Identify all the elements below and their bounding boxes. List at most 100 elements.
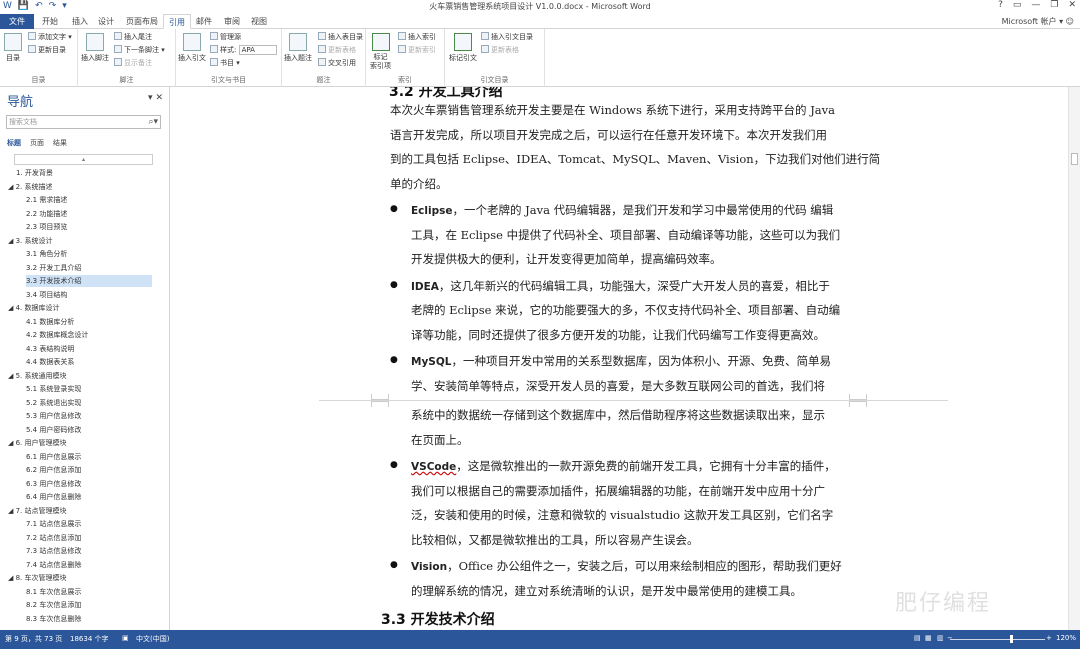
search-input[interactable]: 搜索文档 ⌕▾ <box>6 115 161 129</box>
toc-button[interactable]: 目录 <box>4 33 22 63</box>
zoom-out-icon[interactable]: − <box>947 634 953 642</box>
insert-index-button[interactable]: 插入索引 <box>398 32 436 42</box>
minimize-button[interactable]: — <box>1031 0 1040 10</box>
nav-heading-item[interactable]: 4.1 数据库分析 <box>26 316 152 328</box>
nav-tab-pages[interactable]: 页面 <box>30 138 44 148</box>
insert-tof-button[interactable]: 插入表目录 <box>318 32 363 42</box>
nav-tab-headings[interactable]: 标题 <box>7 138 21 148</box>
nav-heading-item[interactable]: 1. 开发背景 <box>16 167 152 179</box>
nav-options-icon[interactable]: ▾ <box>148 93 153 103</box>
ribbon-options-button[interactable]: ▭ <box>1013 0 1022 10</box>
zoom-in-icon[interactable]: + <box>1046 634 1052 642</box>
close-button[interactable]: ✕ <box>1068 0 1076 10</box>
nav-heading-item[interactable]: 6.2 用户信息添加 <box>26 464 152 476</box>
scroll-thumb[interactable] <box>1071 153 1078 165</box>
update-table-button[interactable]: 更新表格 <box>318 45 356 55</box>
tab-references[interactable]: 引用 <box>163 14 191 29</box>
print-layout-icon[interactable]: ▦ <box>925 634 932 642</box>
nav-heading-item[interactable]: ◢ 8. 车次管理模块 <box>8 572 152 584</box>
tab-review[interactable]: 审阅 <box>224 14 240 29</box>
nav-tab-results[interactable]: 结果 <box>53 138 67 148</box>
nav-heading-item[interactable]: ◢ 6. 用户管理模块 <box>8 437 152 449</box>
manage-sources-button[interactable]: 管理源 <box>210 32 241 42</box>
web-layout-icon[interactable]: ▥ <box>937 634 944 642</box>
style-select[interactable]: 样式: APA <box>210 45 277 55</box>
nav-heading-item[interactable]: 7.1 站点信息展示 <box>26 518 152 530</box>
update-index-button[interactable]: 更新索引 <box>398 45 436 55</box>
nav-heading-item[interactable]: 2.2 功能描述 <box>26 208 152 220</box>
nav-heading-item[interactable]: 3.4 项目结构 <box>26 289 152 301</box>
nav-heading-item[interactable]: ◢ 5. 系统通用模块 <box>8 370 152 382</box>
nav-heading-item[interactable]: 4.2 数据库概念设计 <box>26 329 152 341</box>
account-button[interactable]: Microsoft 帐户 ▾ ☺ <box>1002 16 1074 27</box>
tab-home[interactable]: 开始 <box>42 14 58 29</box>
update-toa-button[interactable]: 更新表格 <box>481 45 519 55</box>
mark-entry-button[interactable]: 标记 索引项 <box>370 33 391 71</box>
insert-caption-button[interactable]: 插入题注 <box>284 33 312 63</box>
nav-heading-item[interactable]: 3.1 角色分析 <box>26 248 152 260</box>
nav-heading-item[interactable]: 6.3 用户信息修改 <box>26 478 152 490</box>
nav-heading-item[interactable]: 2.1 需求描述 <box>26 194 152 206</box>
nav-heading-item[interactable]: 3.3 开发技术介绍 <box>26 275 152 287</box>
zoom-level[interactable]: 120% <box>1056 634 1076 642</box>
search-icon[interactable]: ⌕▾ <box>148 116 158 128</box>
nav-heading-item[interactable]: 5.3 用户信息修改 <box>26 410 152 422</box>
nav-heading-item[interactable]: 5.1 系统登录实现 <box>26 383 152 395</box>
show-notes-button[interactable]: 显示备注 <box>114 58 152 68</box>
vertical-scrollbar[interactable] <box>1068 87 1080 630</box>
tab-design[interactable]: 设计 <box>98 14 114 29</box>
nav-heading-item[interactable]: 3.2 开发工具介绍 <box>26 262 152 274</box>
insert-toa-button[interactable]: 插入引文目录 <box>481 32 533 42</box>
cross-reference-button[interactable]: 交叉引用 <box>318 58 356 68</box>
nav-heading-item[interactable]: 8.1 车次信息展示 <box>26 586 152 598</box>
tab-file[interactable]: 文件 <box>0 14 34 29</box>
mark-citation-button[interactable]: 标记引文 <box>449 33 477 63</box>
nav-heading-item[interactable]: 7.2 站点信息添加 <box>26 532 152 544</box>
nav-close-icon[interactable]: ✕ <box>155 93 163 103</box>
next-footnote-button[interactable]: 下一条脚注 ▾ <box>114 45 165 55</box>
zoom-slider[interactable] <box>950 639 1045 640</box>
nav-heading-item[interactable]: ◢ 3. 系统设计 <box>8 235 152 247</box>
update-icon <box>481 45 489 53</box>
read-mode-icon[interactable]: ▤ <box>914 634 921 642</box>
proofing-icon[interactable]: ▣ <box>122 634 129 642</box>
nav-heading-item[interactable]: 8.3 车次信息删除 <box>26 613 152 625</box>
nav-heading-item[interactable]: 6.4 用户信息删除 <box>26 491 152 503</box>
insert-citation-button[interactable]: 插入引文 <box>178 33 206 63</box>
collapse-bar[interactable]: ▴ <box>14 154 153 165</box>
title-bar: W 💾 ↶ ↷ ▾ 火车票销售管理系统项目设计 V1.0.0.docx - Mi… <box>0 0 1080 14</box>
add-text-button[interactable]: 添加文字 ▾ <box>28 32 72 42</box>
insert-footnote-button[interactable]: 插入脚注 <box>81 33 109 63</box>
help-button[interactable]: ? <box>998 0 1003 10</box>
word-count[interactable]: 18634 个字 <box>70 634 109 644</box>
nav-heading-item[interactable]: ◢ 4. 数据库设计 <box>8 302 152 314</box>
toc-icon <box>4 33 22 51</box>
mark-citation-icon <box>454 33 472 51</box>
nav-heading-item[interactable]: 7.3 站点信息修改 <box>26 545 152 557</box>
tab-mailings[interactable]: 邮件 <box>196 14 212 29</box>
nav-heading-item[interactable]: 4.4 数据表关系 <box>26 356 152 368</box>
page-count[interactable]: 第 9 页，共 73 页 <box>5 634 62 644</box>
nav-heading-item[interactable]: 2.3 项目预览 <box>26 221 152 233</box>
nav-heading-item[interactable]: 6.1 用户信息展示 <box>26 451 152 463</box>
nav-heading-item[interactable]: 5.2 系统退出实现 <box>26 397 152 409</box>
cross-ref-icon <box>318 58 326 66</box>
tab-view[interactable]: 视图 <box>251 14 267 29</box>
tab-layout[interactable]: 页面布局 <box>126 14 158 29</box>
nav-heading-item[interactable]: 4.3 表结构说明 <box>26 343 152 355</box>
nav-heading-item[interactable]: 5.4 用户密码修改 <box>26 424 152 436</box>
restore-button[interactable]: ❐ <box>1050 0 1058 10</box>
nav-heading-item[interactable]: 7.4 站点信息删除 <box>26 559 152 571</box>
update-toc-button[interactable]: 更新目录 <box>28 45 66 55</box>
nav-controls: ▾ ✕ <box>148 93 163 103</box>
bullet-first-line: IDEA，这几年新兴的代码编辑工具，功能强大，深受广大开发人员的喜爱，相比于 <box>411 278 830 294</box>
bibliography-button[interactable]: 书目 ▾ <box>210 58 240 68</box>
nav-heading-item[interactable]: ◢ 2. 系统描述 <box>8 181 152 193</box>
tab-insert[interactable]: 插入 <box>72 14 88 29</box>
nav-heading-item[interactable]: 8.2 车次信息添加 <box>26 599 152 611</box>
document-area[interactable]: 3.2 开发工具介绍 本次火车票销售管理系统开发主要是在 Windows 系统下… <box>171 87 1068 630</box>
zoom-slider-thumb[interactable] <box>1010 635 1013 643</box>
insert-endnote-button[interactable]: 插入尾注 <box>114 32 152 42</box>
nav-heading-item[interactable]: ◢ 7. 站点管理模块 <box>8 505 152 517</box>
language-indicator[interactable]: 中文(中国) <box>136 634 169 644</box>
